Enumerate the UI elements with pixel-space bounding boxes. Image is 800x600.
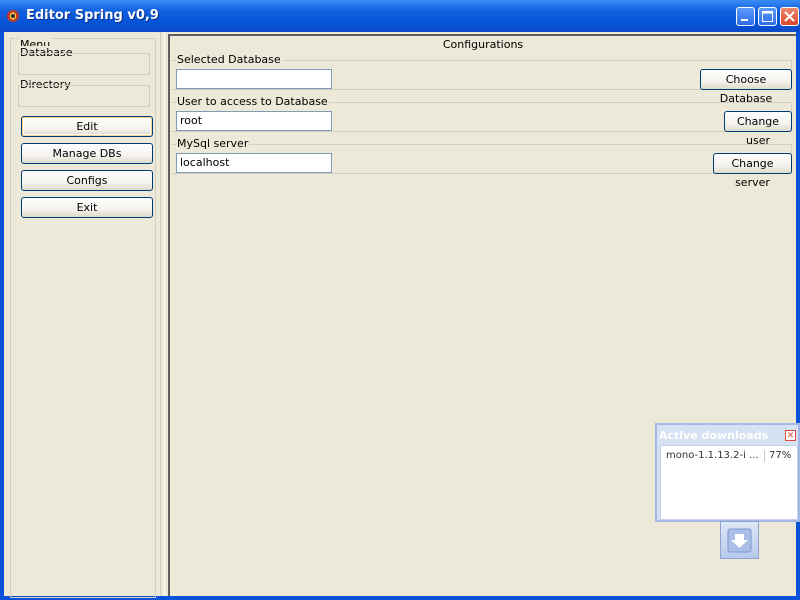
user-field[interactable]: root [176,111,332,131]
minimize-button[interactable] [736,7,755,26]
exit-button[interactable]: Exit [21,197,153,218]
configurations-title: Configurations [442,38,524,51]
database-group [18,53,150,75]
close-button[interactable] [780,7,799,26]
download-progress: 77% [769,450,792,461]
maximize-icon [762,11,773,22]
active-downloads-title: Active downloads [659,429,769,442]
choose-database-button[interactable]: Choose Database [700,69,792,105]
change-server-button[interactable]: Change server [713,153,792,189]
mysql-server-group: MySql server localhost Change server [172,137,792,189]
column-divider [764,450,765,462]
selected-database-group: Selected Database Choose Database [172,53,792,105]
app-window: Editor Spring v0,9 Menu Database Directo… [0,0,800,600]
close-icon [784,11,795,22]
downloads-list: mono-1.1.13.2-i ... 77% [660,445,798,520]
panel-splitter[interactable] [160,32,165,596]
mysql-server-field[interactable]: localhost [176,153,332,173]
app-icon [7,10,19,22]
download-name: mono-1.1.13.2-i ... [666,450,759,461]
mysql-server-label: MySql server [176,137,250,150]
active-downloads-popup: Active downloads ✕ mono-1.1.13.2-i ... 7… [655,423,800,522]
menu-panel: Menu Database Directory Edit Manage DBs … [10,38,156,598]
title-bar[interactable]: Editor Spring v0,9 [0,0,800,32]
close-icon[interactable]: ✕ [785,430,796,441]
user-label: User to access to Database [176,95,329,108]
download-arrow-icon [727,528,752,553]
downloads-button[interactable] [720,521,759,559]
maximize-button[interactable] [758,7,777,26]
window-title: Editor Spring v0,9 [26,8,159,23]
user-group: User to access to Database root Change u… [172,95,792,147]
selected-database-label: Selected Database [176,53,282,66]
minimize-icon [741,19,748,21]
edit-button[interactable]: Edit [21,116,153,137]
selected-database-field[interactable] [176,69,332,89]
configs-button[interactable]: Configs [21,170,153,191]
directory-group [18,85,150,107]
manage-dbs-button[interactable]: Manage DBs [21,143,153,164]
change-user-button[interactable]: Change user [724,111,792,147]
